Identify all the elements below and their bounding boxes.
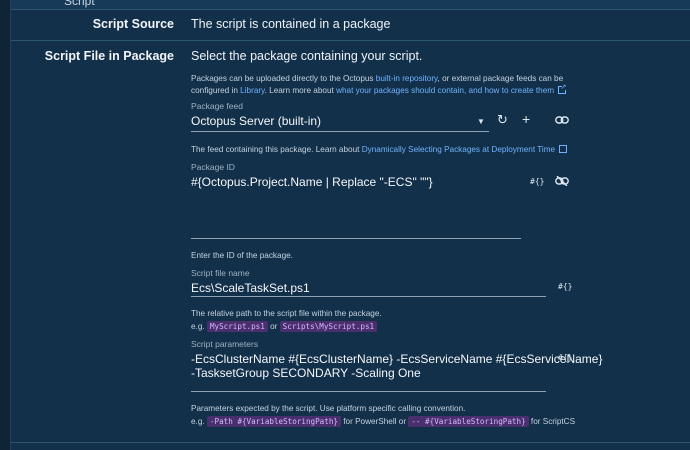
script-file-name-help: The relative path to the script file wit… [191,309,382,318]
script-file-name-examples: e.g. MyScript.ps1 or Scripts\MyScript.ps… [191,321,378,333]
script-source-value[interactable]: The script is contained in a package [191,17,390,31]
code-example: Scripts\MyScript.ps1 [279,321,378,332]
dynamic-packages-link[interactable]: Dynamically Selecting Packages at Deploy… [362,145,555,154]
package-feed-underline [191,131,489,132]
external-link-icon[interactable]: ↗ [558,84,567,94]
variable-insert-button[interactable]: #{} [530,177,544,186]
package-docs-link[interactable]: what your packages should contain, and h… [336,86,554,95]
step-details-panel: Script Script Source The script is conta… [10,0,690,450]
external-link-icon[interactable] [559,145,568,153]
script-parameters-examples: e.g. -Path #{VariableStoringPath} for Po… [191,416,575,428]
package-help-line1: Packages can be uploaded directly to the… [191,73,563,85]
help-text: e.g. [191,322,205,331]
package-id-help: Enter the ID of the package. [191,251,293,260]
row-divider [11,40,690,41]
script-source-label: Script Source [92,17,174,31]
script-parameters-help: Parameters expected by the script. Use p… [191,404,466,413]
script-file-label: Script File in Package [44,49,174,63]
help-text: . Learn more about [264,86,337,95]
refresh-icon[interactable]: ↻ [497,113,508,126]
code-example: MyScript.ps1 [206,321,268,332]
package-help-line2: configured in Library. Learn more about … [191,84,567,97]
help-text: The feed containing this package. Learn … [191,145,362,154]
script-file-name-input[interactable]: Ecs\ScaleTaskSet.ps1 [191,281,310,295]
script-parameters-underline [191,391,546,392]
package-id-input[interactable]: #{Octopus.Project.Name | Replace "-ECS" … [191,175,433,189]
link-icon[interactable] [555,115,569,128]
help-text: or [270,322,278,331]
script-file-name-underline [191,296,546,297]
package-feed-select[interactable]: Octopus Server (built-in) [191,114,321,128]
section-title: Script [64,0,95,8]
built-in-repository-link[interactable]: built-in repository [376,74,438,83]
variable-insert-button[interactable]: #{} [558,353,572,362]
script-file-heading: Select the package containing your scrip… [191,49,423,63]
section-header: Script [11,0,690,10]
dropdown-arrow-icon[interactable]: ▼ [477,116,485,128]
script-parameters-line2[interactable]: -TasksetGroup SECONDARY -Scaling One [191,366,421,380]
package-id-caption: Package ID [191,162,235,172]
unlink-icon[interactable] [555,175,569,189]
help-text: for PowerShell or [343,417,407,426]
code-example: -Path #{VariableStoringPath} [206,416,341,427]
help-text: , or external package feeds can be [437,74,564,83]
code-example: -- #{VariableStoringPath} [408,416,529,427]
script-parameters-line1[interactable]: -EcsClusterName #{EcsClusterName} -EcsSe… [191,352,602,366]
row-divider [11,442,690,443]
help-text: for ScriptCS [530,417,576,426]
script-file-name-caption: Script file name [191,268,250,278]
help-text: e.g. [191,417,205,426]
package-feed-caption: Package feed [191,101,243,111]
variable-insert-button[interactable]: #{} [558,282,572,291]
help-text: configured in [191,86,241,95]
script-parameters-caption: Script parameters [191,339,259,349]
package-feed-help: The feed containing this package. Learn … [191,144,568,156]
help-text: Packages can be uploaded directly to the… [191,74,376,83]
package-id-underline [191,238,521,239]
library-link[interactable]: Library [240,86,264,95]
add-icon[interactable]: + [522,112,530,126]
